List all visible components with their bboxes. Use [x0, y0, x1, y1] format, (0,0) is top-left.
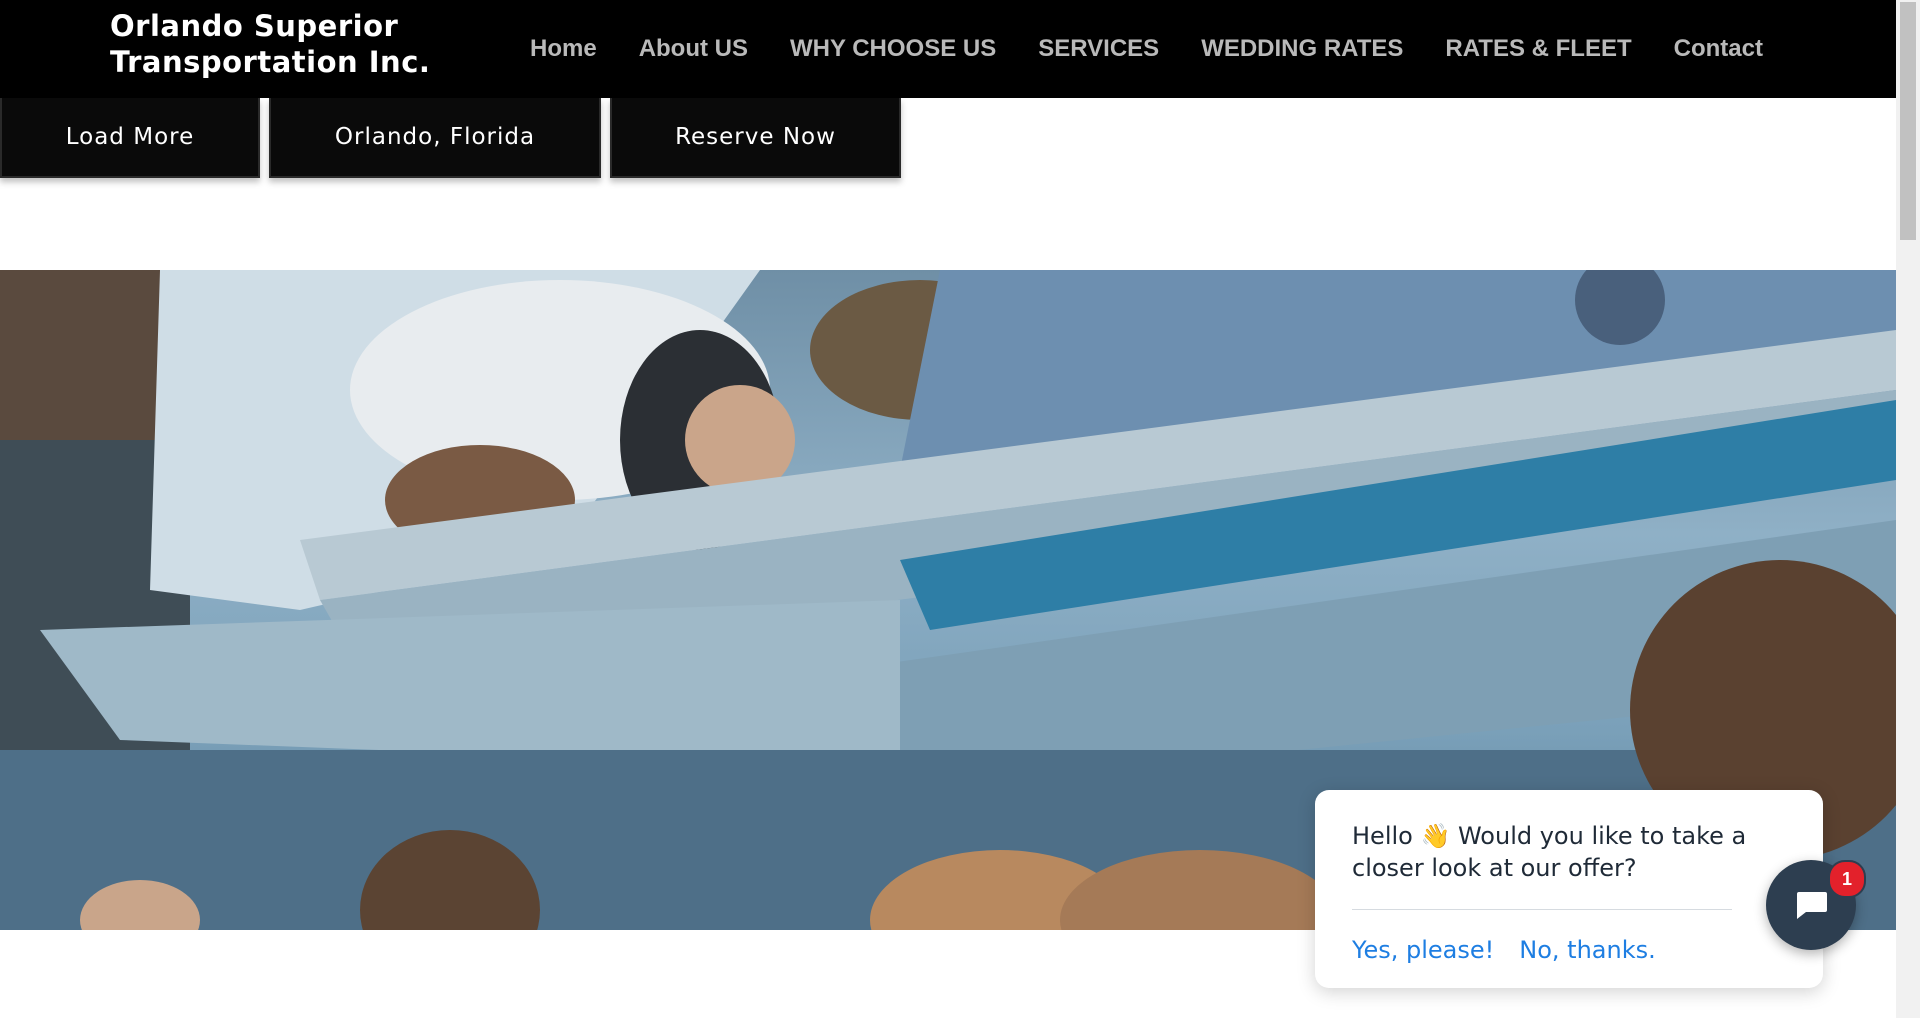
nav-wedding-rates[interactable]: WEDDING RATES: [1201, 35, 1403, 63]
chat-popup: Hello 👋 Would you like to take a closer …: [1315, 790, 1823, 988]
nav-services[interactable]: SERVICES: [1038, 35, 1159, 63]
nav-rates-fleet[interactable]: RATES & FLEET: [1445, 35, 1631, 63]
reserve-now-button[interactable]: Reserve Now: [610, 98, 901, 178]
chat-message: Hello 👋 Would you like to take a closer …: [1352, 822, 1747, 882]
site-logo-text[interactable]: Orlando Superior Transportation Inc.: [110, 8, 470, 80]
page-scrollbar[interactable]: [1896, 0, 1920, 1018]
nav-contact[interactable]: Contact: [1674, 35, 1763, 63]
location-button[interactable]: Orlando, Florida: [269, 98, 601, 178]
site-header: Orlando Superior Transportation Inc. Hom…: [0, 0, 1896, 98]
notification-badge: 1: [1828, 860, 1866, 898]
brand-line-2: Transportation Inc.: [110, 45, 431, 79]
chat-no-link[interactable]: No, thanks.: [1519, 936, 1655, 964]
chat-yes-link[interactable]: Yes, please!: [1352, 936, 1494, 964]
brand-line-1: Orlando Superior: [110, 9, 399, 43]
chat-actions: Yes, please! No, thanks.: [1352, 936, 1681, 964]
chat-bubble-icon: [1797, 892, 1827, 919]
load-more-button[interactable]: Load More: [0, 98, 260, 178]
chat-divider: [1352, 909, 1732, 910]
nav-why-choose-us[interactable]: WHY CHOOSE US: [790, 35, 996, 63]
scrollbar-thumb[interactable]: [1900, 2, 1916, 240]
nav-about-us[interactable]: About US: [639, 35, 748, 63]
chat-launcher-button[interactable]: 1: [1766, 860, 1866, 950]
main-nav: Home About US WHY CHOOSE US SERVICES WED…: [530, 0, 1763, 98]
nav-home[interactable]: Home: [530, 35, 597, 63]
